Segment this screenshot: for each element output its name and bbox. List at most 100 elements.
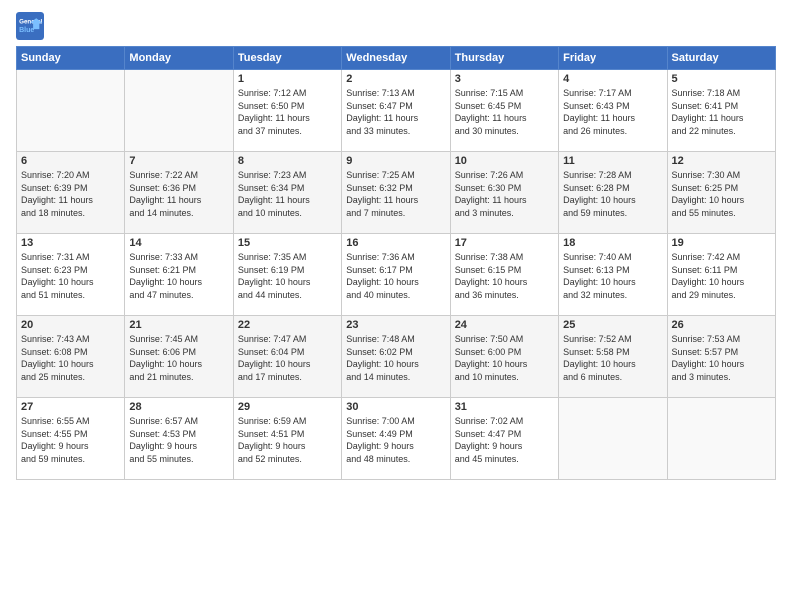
cell-content: Sunrise: 6:55 AM Sunset: 4:55 PM Dayligh… bbox=[21, 415, 120, 465]
cell-content: Sunrise: 7:23 AM Sunset: 6:34 PM Dayligh… bbox=[238, 169, 337, 219]
day-number: 4 bbox=[563, 73, 662, 85]
cell-content: Sunrise: 7:48 AM Sunset: 6:02 PM Dayligh… bbox=[346, 333, 445, 383]
calendar-cell: 30Sunrise: 7:00 AM Sunset: 4:49 PM Dayli… bbox=[342, 398, 450, 480]
calendar-cell: 27 Sunrise: 6:55 AM Sunset: 4:55 PM Dayli… bbox=[17, 398, 125, 480]
calendar-cell bbox=[559, 398, 667, 480]
calendar-week: 1 Sunrise: 7:12 AM Sunset: 6:50 PM Daylig… bbox=[17, 70, 776, 152]
cell-content: Sunrise: 7:38 AM Sunset: 6:15 PM Dayligh… bbox=[455, 251, 554, 301]
day-header: Saturday bbox=[667, 47, 775, 70]
calendar-table: SundayMondayTuesdayWednesdayThursdayFrid… bbox=[16, 46, 776, 480]
calendar-cell: 17 Sunrise: 7:38 AM Sunset: 6:15 PM Dayli… bbox=[450, 234, 558, 316]
logo: General Blue bbox=[16, 12, 48, 40]
calendar-cell: 25 Sunrise: 7:52 AM Sunset: 5:58 PM Dayli… bbox=[559, 316, 667, 398]
day-number: 21 bbox=[129, 319, 228, 331]
cell-content: Sunrise: 7:35 AM Sunset: 6:19 PM Dayligh… bbox=[238, 251, 337, 301]
day-number: 22 bbox=[238, 319, 337, 331]
calendar-cell bbox=[125, 70, 233, 152]
cell-content: Sunrise: 7:52 AM Sunset: 5:58 PM Dayligh… bbox=[563, 333, 662, 383]
day-number: 8 bbox=[238, 155, 337, 167]
day-header: Tuesday bbox=[233, 47, 341, 70]
cell-content: Sunrise: 7:20 AM Sunset: 6:39 PM Dayligh… bbox=[21, 169, 120, 219]
calendar-cell: 24 Sunrise: 7:50 AM Sunset: 6:00 PM Dayli… bbox=[450, 316, 558, 398]
cell-content: Sunrise: 7:13 AM Sunset: 6:47 PM Dayligh… bbox=[346, 87, 445, 137]
day-number: 2 bbox=[346, 73, 445, 85]
cell-content: Sunrise: 7:25 AM Sunset: 6:32 PM Dayligh… bbox=[346, 169, 445, 219]
cell-content: Sunrise: 7:30 AM Sunset: 6:25 PM Dayligh… bbox=[672, 169, 771, 219]
day-number: 26 bbox=[672, 319, 771, 331]
day-number: 13 bbox=[21, 237, 120, 249]
calendar-cell bbox=[17, 70, 125, 152]
calendar-cell: 20 Sunrise: 7:43 AM Sunset: 6:08 PM Dayli… bbox=[17, 316, 125, 398]
calendar-week: 13 Sunrise: 7:31 AM Sunset: 6:23 PM Dayli… bbox=[17, 234, 776, 316]
svg-text:Blue: Blue bbox=[19, 27, 34, 34]
calendar-cell: 21 Sunrise: 7:45 AM Sunset: 6:06 PM Dayli… bbox=[125, 316, 233, 398]
cell-content: Sunrise: 7:31 AM Sunset: 6:23 PM Dayligh… bbox=[21, 251, 120, 301]
calendar-cell: 18 Sunrise: 7:40 AM Sunset: 6:13 PM Dayli… bbox=[559, 234, 667, 316]
day-number: 1 bbox=[238, 73, 337, 85]
cell-content: Sunrise: 6:57 AM Sunset: 4:53 PM Dayligh… bbox=[129, 415, 228, 465]
cell-content: Sunrise: 7:45 AM Sunset: 6:06 PM Dayligh… bbox=[129, 333, 228, 383]
calendar-cell: 16Sunrise: 7:36 AM Sunset: 6:17 PM Dayli… bbox=[342, 234, 450, 316]
day-number: 24 bbox=[455, 319, 554, 331]
day-number: 29 bbox=[238, 401, 337, 413]
day-header: Wednesday bbox=[342, 47, 450, 70]
day-header: Monday bbox=[125, 47, 233, 70]
cell-content: Sunrise: 7:42 AM Sunset: 6:11 PM Dayligh… bbox=[672, 251, 771, 301]
cell-content: Sunrise: 7:18 AM Sunset: 6:41 PM Dayligh… bbox=[672, 87, 771, 137]
calendar-week: 27 Sunrise: 6:55 AM Sunset: 4:55 PM Dayli… bbox=[17, 398, 776, 480]
calendar-cell: 23 Sunrise: 7:48 AM Sunset: 6:02 PM Dayli… bbox=[342, 316, 450, 398]
calendar-cell: 29 Sunrise: 6:59 AM Sunset: 4:51 PM Dayli… bbox=[233, 398, 341, 480]
day-number: 11 bbox=[563, 155, 662, 167]
cell-content: Sunrise: 7:15 AM Sunset: 6:45 PM Dayligh… bbox=[455, 87, 554, 137]
calendar-cell: 14 Sunrise: 7:33 AM Sunset: 6:21 PM Dayli… bbox=[125, 234, 233, 316]
cell-content: Sunrise: 7:47 AM Sunset: 6:04 PM Dayligh… bbox=[238, 333, 337, 383]
day-number: 25 bbox=[563, 319, 662, 331]
calendar-cell: 7Sunrise: 7:22 AM Sunset: 6:36 PM Daylig… bbox=[125, 152, 233, 234]
calendar-cell: 26 Sunrise: 7:53 AM Sunset: 5:57 PM Dayli… bbox=[667, 316, 775, 398]
calendar-cell: 10Sunrise: 7:26 AM Sunset: 6:30 PM Dayli… bbox=[450, 152, 558, 234]
day-number: 27 bbox=[21, 401, 120, 413]
day-number: 7 bbox=[129, 155, 228, 167]
cell-content: Sunrise: 7:33 AM Sunset: 6:21 PM Dayligh… bbox=[129, 251, 228, 301]
calendar-cell: 11 Sunrise: 7:28 AM Sunset: 6:28 PM Dayli… bbox=[559, 152, 667, 234]
calendar-cell: 31 Sunrise: 7:02 AM Sunset: 4:47 PM Dayli… bbox=[450, 398, 558, 480]
cell-content: Sunrise: 7:50 AM Sunset: 6:00 PM Dayligh… bbox=[455, 333, 554, 383]
calendar-cell: 8 Sunrise: 7:23 AM Sunset: 6:34 PM Daylig… bbox=[233, 152, 341, 234]
day-header: Friday bbox=[559, 47, 667, 70]
day-number: 17 bbox=[455, 237, 554, 249]
cell-content: Sunrise: 7:02 AM Sunset: 4:47 PM Dayligh… bbox=[455, 415, 554, 465]
day-number: 28 bbox=[129, 401, 228, 413]
day-header: Sunday bbox=[17, 47, 125, 70]
cell-content: Sunrise: 7:40 AM Sunset: 6:13 PM Dayligh… bbox=[563, 251, 662, 301]
cell-content: Sunrise: 7:28 AM Sunset: 6:28 PM Dayligh… bbox=[563, 169, 662, 219]
day-number: 18 bbox=[563, 237, 662, 249]
cell-content: Sunrise: 7:43 AM Sunset: 6:08 PM Dayligh… bbox=[21, 333, 120, 383]
calendar-cell: 12 Sunrise: 7:30 AM Sunset: 6:25 PM Dayli… bbox=[667, 152, 775, 234]
cell-content: Sunrise: 7:00 AM Sunset: 4:49 PM Dayligh… bbox=[346, 415, 445, 465]
calendar-header: SundayMondayTuesdayWednesdayThursdayFrid… bbox=[17, 47, 776, 70]
day-number: 15 bbox=[238, 237, 337, 249]
cell-content: Sunrise: 7:17 AM Sunset: 6:43 PM Dayligh… bbox=[563, 87, 662, 137]
cell-content: Sunrise: 7:12 AM Sunset: 6:50 PM Dayligh… bbox=[238, 87, 337, 137]
day-number: 12 bbox=[672, 155, 771, 167]
day-number: 20 bbox=[21, 319, 120, 331]
calendar-cell: 28 Sunrise: 6:57 AM Sunset: 4:53 PM Dayli… bbox=[125, 398, 233, 480]
calendar-cell: 22 Sunrise: 7:47 AM Sunset: 6:04 PM Dayli… bbox=[233, 316, 341, 398]
day-number: 23 bbox=[346, 319, 445, 331]
calendar-cell: 4 Sunrise: 7:17 AM Sunset: 6:43 PM Daylig… bbox=[559, 70, 667, 152]
calendar-cell: 15 Sunrise: 7:35 AM Sunset: 6:19 PM Dayli… bbox=[233, 234, 341, 316]
calendar-cell: 9 Sunrise: 7:25 AM Sunset: 6:32 PM Daylig… bbox=[342, 152, 450, 234]
calendar-cell: 19 Sunrise: 7:42 AM Sunset: 6:11 PM Dayli… bbox=[667, 234, 775, 316]
day-header: Thursday bbox=[450, 47, 558, 70]
day-number: 16 bbox=[346, 237, 445, 249]
day-number: 5 bbox=[672, 73, 771, 85]
day-number: 31 bbox=[455, 401, 554, 413]
cell-content: Sunrise: 7:53 AM Sunset: 5:57 PM Dayligh… bbox=[672, 333, 771, 383]
day-number: 9 bbox=[346, 155, 445, 167]
cell-content: Sunrise: 6:59 AM Sunset: 4:51 PM Dayligh… bbox=[238, 415, 337, 465]
calendar-week: 20 Sunrise: 7:43 AM Sunset: 6:08 PM Dayli… bbox=[17, 316, 776, 398]
calendar-cell: 13 Sunrise: 7:31 AM Sunset: 6:23 PM Dayli… bbox=[17, 234, 125, 316]
day-number: 3 bbox=[455, 73, 554, 85]
day-number: 14 bbox=[129, 237, 228, 249]
day-number: 19 bbox=[672, 237, 771, 249]
